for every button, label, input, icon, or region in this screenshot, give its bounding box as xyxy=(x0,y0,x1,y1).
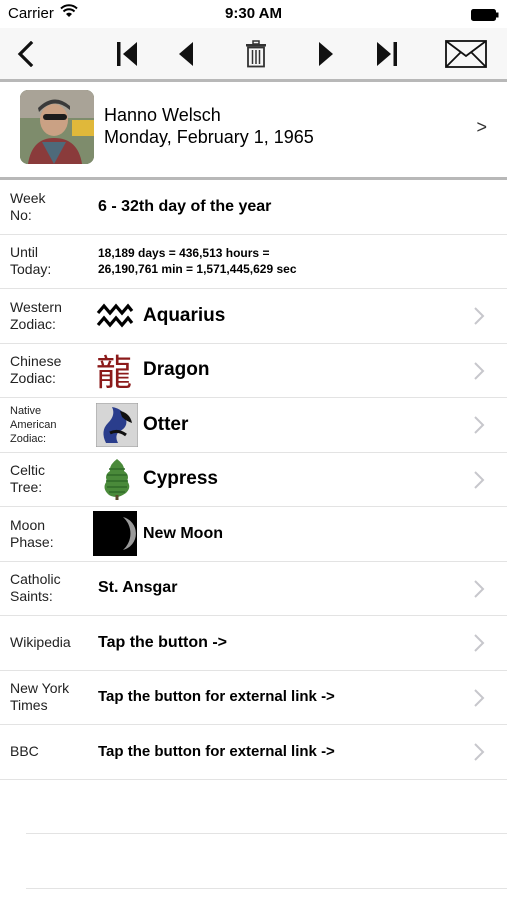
celtic-value: Cypress xyxy=(143,468,218,489)
aquarius-icon xyxy=(95,293,135,338)
week-value: 6 - 32th day of the year xyxy=(98,197,272,215)
person-row[interactable]: Hanno Welsch Monday, February 1, 1965 > xyxy=(0,83,507,177)
bbc-label: BBC xyxy=(10,743,39,759)
toolbar xyxy=(0,28,507,80)
native-label: Native American Zodiac: xyxy=(10,404,57,445)
row-moon-phase: Moon Phase: New Moon xyxy=(0,507,507,562)
row-bbc[interactable]: BBC Tap the button for external link -> xyxy=(0,725,507,780)
row-celtic-tree[interactable]: Celtic Tree: Cypress xyxy=(0,453,507,507)
previous-icon xyxy=(179,42,193,66)
row-chinese-zodiac[interactable]: Chinese Zodiac: 龍 Dragon xyxy=(0,344,507,398)
nyt-value: Tap the button for external link -> xyxy=(98,688,335,705)
celtic-label: Celtic Tree: xyxy=(10,462,46,495)
skip-last-icon xyxy=(377,42,397,66)
delete-button[interactable] xyxy=(242,34,270,74)
week-label: Week No: xyxy=(10,189,46,223)
row-new-york-times[interactable]: New York Times Tap the button for extern… xyxy=(0,671,507,725)
first-button[interactable] xyxy=(112,34,142,74)
saints-value: St. Ansgar xyxy=(98,579,178,596)
empty-row xyxy=(26,834,507,889)
western-value: Aquarius xyxy=(143,304,226,326)
chevron-right-icon xyxy=(474,361,485,380)
empty-row xyxy=(26,780,507,834)
status-bar: Carrier 9:30 AM xyxy=(0,0,507,28)
back-button[interactable] xyxy=(10,34,40,74)
chevron-right-icon xyxy=(474,307,485,325)
row-catholic-saints[interactable]: Catholic Saints: St. Ansgar xyxy=(0,562,507,616)
person-birthdate: Monday, February 1, 1965 xyxy=(104,127,314,147)
avatar xyxy=(20,90,94,164)
clock: 9:30 AM xyxy=(225,5,282,22)
mail-icon xyxy=(445,40,487,68)
until-label: Until Today: xyxy=(10,244,52,277)
otter-icon xyxy=(95,402,139,447)
until-value-line2: 26,190,761 min = 1,571,445,629 sec xyxy=(98,262,297,276)
wikipedia-label: Wikipedia xyxy=(10,634,71,650)
previous-button[interactable] xyxy=(172,34,200,74)
last-button[interactable] xyxy=(372,34,402,74)
row-week-number: Week No: 6 - 32th day of the year xyxy=(0,180,507,235)
chevron-right-icon: > xyxy=(476,117,487,137)
row-wikipedia[interactable]: Wikipedia Tap the button -> xyxy=(0,616,507,671)
native-value: Otter xyxy=(143,413,189,435)
details-list: Week No: 6 - 32th day of the year Until … xyxy=(0,180,507,889)
chevron-right-icon xyxy=(474,579,485,598)
chinese-value: Dragon xyxy=(143,359,210,380)
moon-phase-icon xyxy=(93,511,137,556)
mail-button[interactable] xyxy=(444,34,488,74)
until-value: 18,189 days = 436,513 hours = 26,190,761… xyxy=(98,235,297,288)
moon-value: New Moon xyxy=(143,524,223,542)
chevron-right-icon xyxy=(474,634,485,652)
dragon-glyph-icon: 龍 xyxy=(95,353,132,394)
chinese-label: Chinese Zodiac: xyxy=(10,353,62,386)
person-name: Hanno Welsch xyxy=(104,105,221,125)
until-value-line1: 18,189 days = 436,513 hours = xyxy=(98,246,270,260)
trash-icon xyxy=(246,40,266,68)
nyt-label: New York Times xyxy=(10,680,70,713)
toolbar-separator xyxy=(0,79,507,82)
back-icon xyxy=(17,41,34,67)
bbc-value: Tap the button for external link -> xyxy=(98,742,335,760)
next-icon xyxy=(319,42,333,66)
western-label: Western Zodiac: xyxy=(10,298,62,332)
row-native-american-zodiac[interactable]: Native American Zodiac: Otter xyxy=(0,398,507,453)
battery-icon xyxy=(471,8,499,21)
skip-first-icon xyxy=(117,42,137,66)
row-until-today: Until Today: 18,189 days = 436,513 hours… xyxy=(0,235,507,289)
moon-label: Moon Phase: xyxy=(10,516,54,550)
row-western-zodiac[interactable]: Western Zodiac: Aquarius xyxy=(0,289,507,344)
cypress-tree-icon xyxy=(95,457,139,502)
wikipedia-value: Tap the button -> xyxy=(98,633,228,651)
chevron-right-icon xyxy=(474,688,485,707)
chevron-right-icon xyxy=(474,743,485,761)
saints-label: Catholic Saints: xyxy=(10,571,61,604)
chevron-right-icon xyxy=(474,416,485,434)
next-button[interactable] xyxy=(312,34,340,74)
chevron-right-icon xyxy=(474,470,485,489)
